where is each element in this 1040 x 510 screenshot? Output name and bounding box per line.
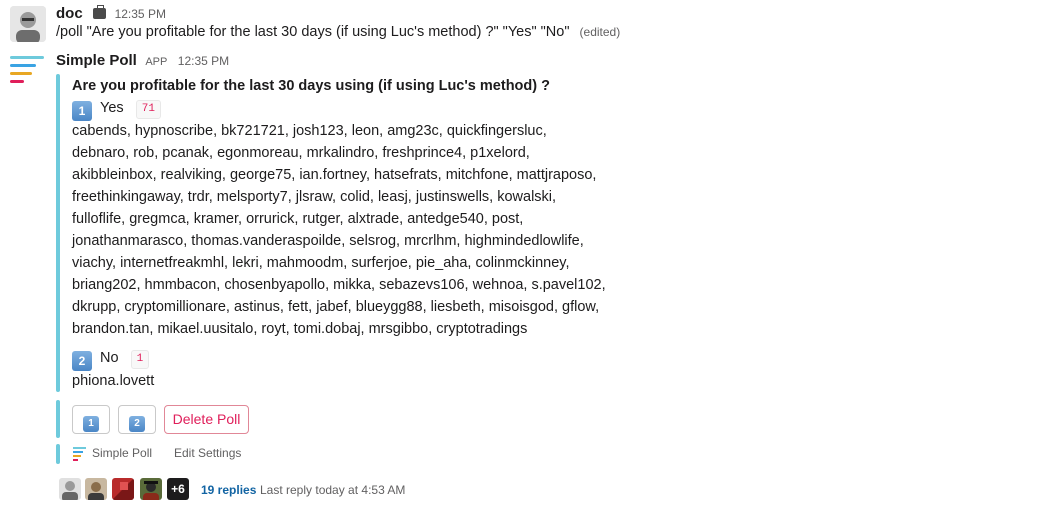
voter-line: brandon.tan, mikael.uusitalo, royt, tomi… [72,321,528,337]
vote-count-badge: 1 [130,350,150,369]
voter-line: phiona.lovett [72,373,155,389]
option-label: Yes [100,100,124,116]
keycap-1-icon: 1 [72,101,92,121]
avatar[interactable] [140,478,162,500]
vote-count-badge: 71 [135,100,161,119]
voter-line: cabends, hypnoscribe, bk721721, josh123,… [72,123,547,139]
message-text: /poll "Are you profitable for the last 3… [56,24,570,40]
briefcase-icon [93,5,107,19]
poll-question: Are you profitable for the last 30 days … [72,78,550,94]
voter-line: briang202, hmmbacon, chosenbyapollo, mik… [72,277,606,293]
vote-option-2-button[interactable]: 2 [118,405,156,434]
avatar[interactable] [112,478,134,500]
avatar[interactable] [85,478,107,500]
edited-label: (edited) [579,25,621,39]
footer-app-name: Simple Poll [92,446,153,460]
voter-line: dkrupp, cryptomillionare, astinus, fett,… [72,299,600,315]
voter-line: akibbleinbox, realviking, george75, ian.… [72,167,597,183]
delete-poll-button[interactable]: Delete Poll [164,405,249,434]
edit-settings-link[interactable]: Edit Settings [174,446,241,460]
avatar[interactable] [59,478,81,500]
voter-line: debnaro, rob, pcanak, egonmoreau, mrkali… [72,145,530,161]
message-time[interactable]: 12:35 PM [115,7,166,21]
voter-line: jonathanmarasco, thomas.vanderaspoilde, … [72,233,584,249]
voter-line: viachy, internetfreakmhl, lekri, mahmood… [72,255,570,271]
voter-line: freethinkingaway, trdr, melsporty7, jlsr… [72,189,557,205]
attachment-bar [56,74,60,392]
voter-line: fulloflife, gregmca, kramer, orrurick, r… [72,211,524,227]
keycap-1-icon: 1 [83,416,99,432]
more-participants-badge[interactable]: +6 [167,478,189,500]
option-label: No [100,350,119,366]
vote-option-1-button[interactable]: 1 [72,405,110,434]
more-count: +6 [171,482,185,496]
simple-poll-logo-icon[interactable] [10,56,46,84]
simple-poll-footer-icon [73,447,87,461]
option-yes: 1 Yes 71 [72,100,161,121]
keycap-2-icon: 2 [129,416,145,432]
author-name[interactable]: doc [56,5,83,22]
avatar[interactable] [10,6,46,42]
app-badge: APP [145,56,168,68]
thread-replies-link[interactable]: 19 replies [201,483,256,497]
message-time[interactable]: 12:35 PM [178,54,229,68]
author-name[interactable]: Simple Poll [56,52,137,69]
option-no: 2 No 1 [72,350,150,371]
attachment-bar [56,400,60,438]
keycap-2-icon: 2 [72,351,92,371]
attachment-bar [56,444,60,464]
last-reply-text: Last reply today at 4:53 AM [260,483,406,497]
